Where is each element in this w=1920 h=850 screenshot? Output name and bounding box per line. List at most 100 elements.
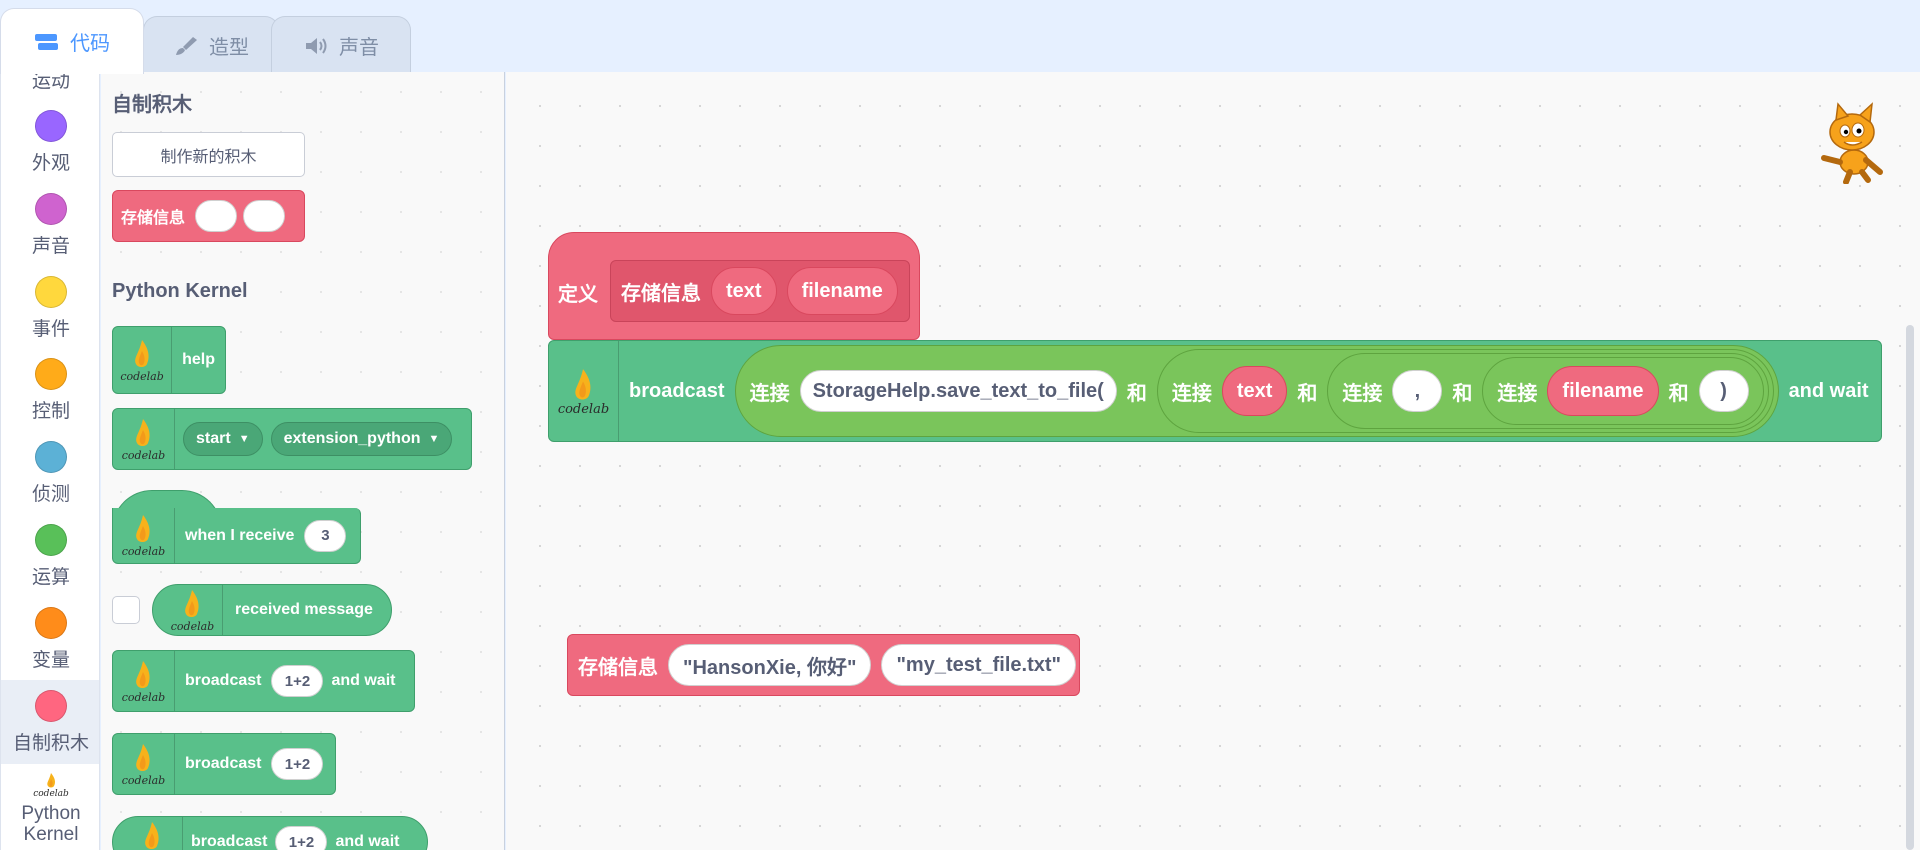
palette-help-block[interactable]: codelab help — [112, 326, 226, 394]
define-param-filename[interactable]: filename — [786, 267, 898, 315]
category-my-blocks[interactable]: 自制积木 — [1, 680, 99, 764]
category-python-kernel-label: Python Kernel — [21, 803, 81, 845]
when-receive-input[interactable]: 3 — [304, 519, 347, 552]
when-receive-label: when I receive — [185, 526, 295, 544]
category-looks[interactable]: 外观 — [1, 110, 99, 175]
received-message-checkbox[interactable] — [112, 596, 140, 624]
palette-broadcast-wait-block[interactable]: codelab broadcast 1+2 and wait — [112, 650, 415, 712]
codelab-icon-text: codelab — [121, 545, 166, 558]
workspace-scrollbar[interactable] — [1906, 325, 1914, 850]
codelab-icon: codelab — [153, 585, 223, 635]
workspace-broadcast-block[interactable]: codelab broadcast 连接 StorageHelp.save_te… — [548, 340, 1882, 442]
category-control-label: 控制 — [31, 401, 70, 422]
start-dropdown[interactable]: start ▼ — [183, 422, 263, 456]
category-looks-dot — [35, 110, 67, 142]
dropdown-arrow-icon: ▼ — [238, 433, 250, 445]
join-block-3[interactable]: 连接 , 和 连接 filename 和 ) — [1327, 353, 1769, 429]
join-4-filename-var[interactable]: filename — [1547, 366, 1659, 416]
workspace-broadcast-label: broadcast — [629, 379, 725, 402]
category-events-dot — [35, 276, 67, 308]
join-block-2[interactable]: 连接 text 和 连接 , 和 连接 filename 和 ) — [1156, 349, 1774, 433]
workspace-proc-call-block[interactable]: 存储信息 "HansonXie, 你好" "my_test_file.txt" — [567, 634, 1080, 696]
workspace-and-wait-label: and wait — [1788, 379, 1869, 402]
dropdown-arrow-icon: ▼ — [428, 433, 440, 445]
palette-proc-block-label: 存储信息 — [121, 210, 186, 227]
section-heading-my-blocks: 自制积木 — [112, 94, 192, 116]
join-block-1[interactable]: 连接 StorageHelp.save_text_to_file( 和 连接 t… — [734, 345, 1779, 437]
category-python-kernel[interactable]: codelab Python Kernel — [1, 772, 99, 845]
category-sensing[interactable]: 侦测 — [1, 441, 99, 506]
tab-costumes-label: 造型 — [209, 37, 249, 59]
broadcast-wait2-input[interactable]: 1+2 — [275, 826, 328, 850]
codelab-icon-text: codelab — [120, 369, 164, 383]
tab-sounds-label: 声音 — [339, 37, 379, 59]
codelab-icon-text: codelab — [121, 690, 166, 704]
palette-start-extension-block[interactable]: codelab start ▼ extension_python ▼ — [112, 408, 472, 470]
join-2-and: 和 — [1297, 382, 1318, 405]
tab-code[interactable]: 代码 — [0, 8, 144, 74]
codelab-icon-text: codelab — [170, 619, 215, 633]
join-3-and: 和 — [1452, 382, 1473, 405]
tab-sounds[interactable]: 声音 — [271, 16, 411, 74]
make-block-button-label: 制作新的积木 — [160, 148, 257, 166]
palette-proc-slot-2[interactable] — [243, 200, 286, 232]
join-2-label: 连接 — [1171, 382, 1212, 405]
broadcast-wait-label: broadcast — [185, 672, 262, 689]
proc-call-arg-filename[interactable]: "my_test_file.txt" — [881, 644, 1077, 686]
join-block-4[interactable]: 连接 filename 和 ) — [1482, 357, 1764, 425]
sprite-cat-icon — [1810, 100, 1890, 185]
category-motion-label: 运动 — [31, 72, 70, 92]
category-variables[interactable]: 变量 — [1, 607, 99, 672]
make-block-button[interactable]: 制作新的积木 — [112, 132, 305, 177]
palette-received-message-reporter[interactable]: codelab received message — [152, 584, 392, 636]
brush-icon — [173, 35, 199, 57]
category-looks-label: 外观 — [31, 153, 70, 174]
codelab-icon: codelab — [549, 341, 619, 441]
category-control-dot — [35, 358, 67, 390]
join-4-label: 连接 — [1497, 382, 1538, 405]
category-motion[interactable]: 运动 — [1, 72, 99, 93]
codelab-icon: codelab — [113, 817, 183, 850]
category-control[interactable]: 控制 — [1, 358, 99, 423]
category-sound-label: 声音 — [31, 236, 70, 257]
join-1-string-input[interactable]: StorageHelp.save_text_to_file( — [799, 370, 1117, 412]
category-operators[interactable]: 运算 — [1, 524, 99, 589]
category-events-label: 事件 — [31, 319, 70, 340]
broadcast-wait-input[interactable]: 1+2 — [271, 665, 324, 697]
define-proto-label: 存储信息 — [621, 282, 701, 305]
codelab-logo-text: codelab — [33, 789, 69, 799]
define-proto-block[interactable]: 存储信息 text filename — [610, 260, 910, 322]
category-sound[interactable]: 声音 — [1, 193, 99, 258]
palette-proc-block[interactable]: 存储信息 — [112, 190, 305, 242]
tab-costumes[interactable]: 造型 — [143, 16, 279, 74]
received-message-label: received message — [235, 601, 373, 618]
codelab-icon: codelab — [113, 651, 175, 711]
palette-broadcast-wait-reporter[interactable]: codelab broadcast 1+2 and wait — [112, 816, 428, 850]
codelab-icon-text: codelab — [557, 401, 610, 417]
join-3-string-input[interactable]: , — [1392, 370, 1443, 412]
codelab-icon-text: codelab — [121, 448, 166, 462]
category-operators-dot — [35, 524, 67, 556]
category-events[interactable]: 事件 — [1, 276, 99, 341]
codelab-icon-text: codelab — [121, 773, 166, 787]
start-dropdown-value: start — [196, 430, 231, 447]
define-param-text[interactable]: text — [711, 267, 777, 315]
codelab-icon: codelab — [113, 508, 175, 563]
category-menu: 运动 外观 声音 事件 控制 侦测 运算 变量 自制积木 codelab Pyt… — [0, 72, 100, 850]
join-2-text-var[interactable]: text — [1221, 366, 1288, 416]
script-workspace[interactable] — [506, 72, 1920, 850]
palette-broadcast-block[interactable]: codelab broadcast 1+2 — [112, 733, 336, 795]
broadcast-wait2-suffix: and wait — [335, 833, 400, 850]
extension-dropdown[interactable]: extension_python ▼ — [270, 422, 453, 456]
palette-proc-slot-1[interactable] — [195, 200, 238, 232]
join-4-and: 和 — [1668, 382, 1689, 405]
tab-code-label: 代码 — [70, 33, 110, 55]
palette-when-receive-block[interactable]: codelab when I receive 3 — [112, 508, 361, 564]
category-operators-label: 运算 — [31, 567, 70, 588]
proc-call-arg-text[interactable]: "HansonXie, 你好" — [668, 644, 872, 686]
category-my-blocks-dot — [35, 690, 67, 722]
broadcast-input[interactable]: 1+2 — [271, 748, 324, 780]
category-sensing-label: 侦测 — [31, 484, 70, 505]
join-4-string-input[interactable]: ) — [1698, 370, 1749, 412]
broadcast-wait-suffix: and wait — [331, 672, 396, 689]
